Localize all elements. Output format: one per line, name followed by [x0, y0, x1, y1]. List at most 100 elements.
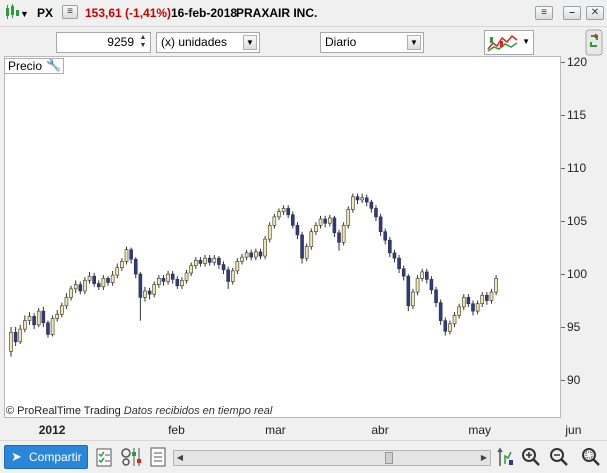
- indicators-button[interactable]: ▼: [484, 30, 534, 55]
- symbol-label[interactable]: PX: [37, 6, 53, 20]
- candle[interactable]: [406, 274, 411, 312]
- candle[interactable]: [397, 255, 401, 273]
- candle[interactable]: [374, 205, 378, 222]
- candle[interactable]: [337, 229, 341, 251]
- x-axis[interactable]: 2012 feb mar abr may jun: [4, 418, 581, 440]
- candle[interactable]: [355, 193, 360, 205]
- y-axis[interactable]: 120 115 110 105 100 95 90: [561, 55, 607, 418]
- candle[interactable]: [318, 215, 323, 229]
- candle[interactable]: [133, 257, 138, 279]
- candle[interactable]: [129, 247, 133, 264]
- candle[interactable]: [429, 276, 434, 295]
- candle[interactable]: [304, 243, 309, 262]
- chevron-down-icon[interactable]: ▼: [407, 35, 421, 50]
- candle[interactable]: [217, 256, 221, 269]
- dropdown-arrow-icon[interactable]: ▼: [20, 9, 29, 19]
- scroll-thumb[interactable]: [385, 452, 393, 464]
- chevron-down-icon[interactable]: ▼: [522, 37, 530, 46]
- candle[interactable]: [46, 320, 50, 338]
- candle[interactable]: [448, 320, 452, 335]
- candle[interactable]: [314, 222, 318, 235]
- candle[interactable]: [267, 222, 272, 243]
- chevron-down-icon[interactable]: ▼: [243, 35, 257, 50]
- symbol-menu-button[interactable]: ≡: [62, 5, 78, 19]
- units-select[interactable]: (x) unidades ▼: [156, 32, 260, 53]
- candle[interactable]: [203, 255, 207, 267]
- share-button[interactable]: ➤ Compartir: [4, 445, 88, 469]
- period-select[interactable]: Diario ▼: [320, 32, 424, 53]
- chart-area[interactable]: [4, 56, 561, 418]
- candle[interactable]: [443, 317, 448, 336]
- candle[interactable]: [424, 268, 429, 284]
- candlestick-chart-icon[interactable]: [5, 4, 19, 20]
- candle[interactable]: [323, 215, 327, 228]
- candle[interactable]: [87, 271, 92, 284]
- scroll-left-icon[interactable]: ◀: [174, 451, 186, 465]
- candle[interactable]: [388, 237, 392, 258]
- candle[interactable]: [300, 231, 304, 264]
- candle[interactable]: [41, 306, 46, 327]
- candle[interactable]: [411, 288, 415, 309]
- candle[interactable]: [120, 258, 124, 271]
- horizontal-scrollbar[interactable]: ◀ ▶: [173, 450, 491, 466]
- candle[interactable]: [383, 228, 388, 245]
- candle[interactable]: [415, 275, 420, 296]
- candle[interactable]: [32, 313, 36, 330]
- candle[interactable]: [9, 327, 13, 357]
- candle[interactable]: [69, 285, 73, 301]
- candle[interactable]: [457, 303, 461, 319]
- candle[interactable]: [27, 312, 32, 325]
- candle[interactable]: [480, 292, 485, 307]
- candle[interactable]: [263, 235, 267, 260]
- scroll-right-icon[interactable]: ▶: [478, 451, 490, 465]
- candle[interactable]: [161, 275, 166, 286]
- candle[interactable]: [327, 214, 332, 227]
- zoom-in-icon[interactable]: [520, 446, 542, 468]
- candle[interactable]: [254, 248, 258, 261]
- candle[interactable]: [360, 193, 364, 204]
- candle[interactable]: [152, 281, 157, 298]
- zoom-out-icon[interactable]: [548, 446, 570, 468]
- candle[interactable]: [281, 205, 286, 215]
- candle[interactable]: [392, 249, 397, 263]
- candle[interactable]: [64, 293, 69, 309]
- candle[interactable]: [175, 276, 180, 289]
- candle[interactable]: [309, 228, 314, 250]
- candle[interactable]: [23, 315, 27, 333]
- candle[interactable]: [101, 275, 106, 290]
- candle[interactable]: [60, 302, 64, 318]
- candle[interactable]: [364, 194, 369, 207]
- candle[interactable]: [438, 299, 443, 325]
- candle[interactable]: [207, 255, 212, 266]
- candle[interactable]: [272, 213, 277, 229]
- candle[interactable]: [115, 263, 120, 279]
- candle[interactable]: [18, 324, 23, 344]
- candle[interactable]: [258, 248, 263, 260]
- candle[interactable]: [240, 253, 244, 265]
- price-chart[interactable]: [5, 57, 560, 417]
- fit-chart-icon[interactable]: [497, 446, 515, 468]
- wrench-icon[interactable]: 🔧: [46, 58, 61, 72]
- candle[interactable]: [346, 206, 351, 229]
- candle[interactable]: [110, 270, 115, 286]
- minimize-button[interactable]: –: [563, 6, 581, 20]
- candle[interactable]: [249, 249, 254, 261]
- close-button[interactable]: ✕: [586, 6, 604, 20]
- candle[interactable]: [471, 300, 475, 316]
- link-icon[interactable]: [585, 29, 603, 56]
- candle[interactable]: [194, 257, 198, 269]
- candle[interactable]: [475, 300, 480, 315]
- candle[interactable]: [124, 246, 129, 265]
- candle[interactable]: [138, 271, 143, 321]
- candle[interactable]: [277, 208, 281, 221]
- candle[interactable]: [55, 310, 60, 322]
- candle[interactable]: [198, 257, 203, 267]
- candle[interactable]: [50, 315, 55, 337]
- candle[interactable]: [78, 281, 83, 295]
- candle[interactable]: [143, 286, 147, 302]
- quantity-input[interactable]: 9259 ▲ ▼: [56, 32, 151, 53]
- candle[interactable]: [106, 276, 110, 286]
- candle[interactable]: [221, 261, 226, 275]
- candle[interactable]: [434, 286, 438, 307]
- candle[interactable]: [485, 292, 489, 305]
